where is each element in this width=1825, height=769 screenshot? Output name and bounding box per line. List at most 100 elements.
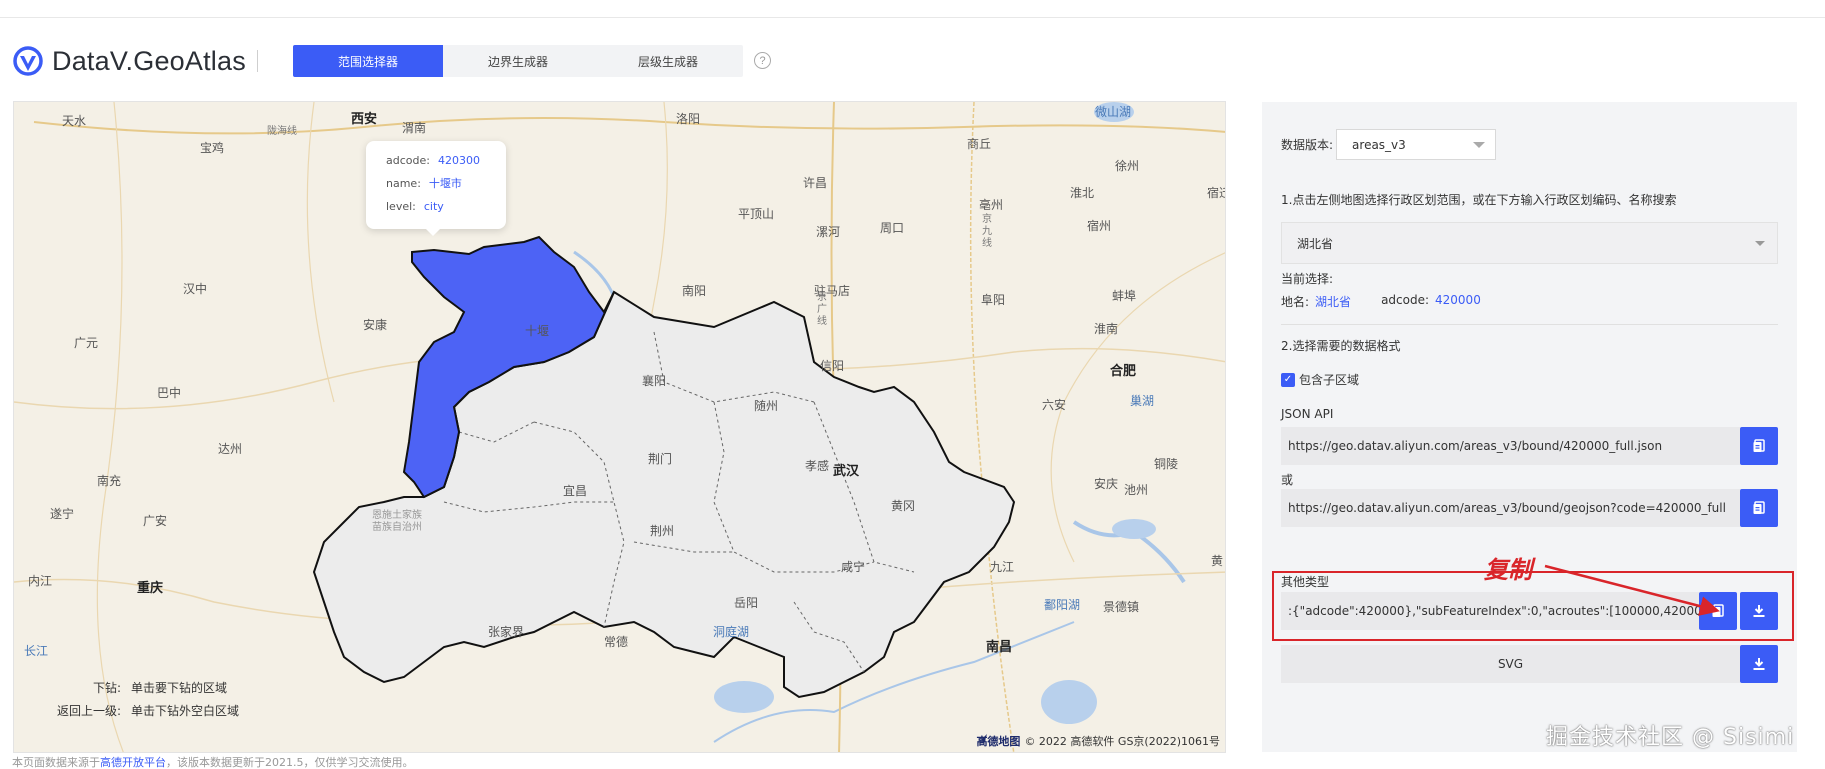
map-label: 渭南 (401, 121, 427, 135)
map-label: 巴中 (156, 386, 182, 400)
geojson-url[interactable]: https://geo.datav.aliyun.com/areas_v3/bo… (1281, 489, 1740, 527)
place-value: 湖北省 (1315, 295, 1352, 309)
chevron-down-icon (1473, 141, 1486, 148)
map-label: 黄 (1210, 554, 1224, 568)
copy-annotation: 复制 (1484, 556, 1532, 584)
region-select[interactable]: 湖北省 (1281, 222, 1778, 264)
map-label: 微山湖 (1094, 105, 1132, 119)
map-label: 恩施土家族苗族自治州 (372, 510, 422, 533)
watermark: 掘金技术社区 @ Sisimi (1546, 725, 1795, 750)
map-label: 荆门 (647, 452, 673, 466)
map-label: 孝感 (804, 459, 830, 473)
map-label: 宝鸡 (199, 141, 225, 155)
hubei-province (312, 290, 1016, 699)
map-label: 南昌 (985, 640, 1013, 655)
map-label: 景德镇 (1102, 600, 1140, 614)
version-row: 数据版本: areas_v3 (1281, 129, 1497, 160)
tab-range-selector[interactable]: 范围选择器 (293, 45, 443, 77)
map-label: 咸宁 (840, 560, 866, 574)
map-label: 洛阳 (675, 112, 701, 126)
dongting-lake (714, 681, 774, 713)
map-label: 遂宁 (49, 507, 75, 521)
amap-logo-icon (977, 734, 988, 744)
data-source-note: 本页面数据来源于高德开放平台，该版本数据更新于2021.5，仅供学习交流使用。 (12, 754, 414, 769)
chaohu-lake (1112, 519, 1156, 539)
include-subregion-row[interactable]: ✓ 包含子区域 (1281, 371, 1359, 388)
map-label: 铜陵 (1153, 457, 1179, 471)
map-label: 鄱阳湖 (1043, 598, 1081, 612)
hint-drill-value: 单击要下钻的区域 (131, 681, 228, 695)
include-subregion-checkbox[interactable]: ✓ (1281, 372, 1295, 387)
help-icon[interactable]: ? (754, 52, 771, 69)
map-label: 安康 (362, 318, 388, 332)
amap-open-platform-link[interactable]: 高德开放平台 (100, 756, 166, 769)
download-svg-button[interactable] (1740, 645, 1778, 683)
map-label: 京广线 (817, 292, 827, 327)
tab-boundary-generator[interactable]: 边界生成器 (443, 45, 593, 77)
map-label: 重庆 (136, 581, 164, 596)
map-label: 宿州 (1086, 219, 1112, 233)
header-separator (256, 50, 258, 72)
copy-geojson-button[interactable] (1740, 489, 1778, 527)
map-label: 许昌 (802, 176, 828, 190)
map-label: 平顶山 (737, 207, 775, 221)
map-label: 京九线 (982, 214, 992, 249)
map-label: 南充 (96, 474, 122, 488)
map-label: 十堰 (524, 324, 550, 338)
footnote-suffix: ，该版本数据更新于2021.5，仅供学习交流使用。 (166, 756, 414, 769)
map-label: 武汉 (832, 464, 860, 479)
current-selection-label: 当前选择: (1281, 272, 1334, 286)
adcode-key: adcode: (1381, 293, 1430, 307)
tooltip-level: city (423, 200, 444, 213)
map-label: 南阳 (681, 284, 707, 298)
app-title: DataV.GeoAtlas (52, 45, 246, 76)
copy-json-api-button[interactable] (1740, 427, 1778, 465)
copy-icon (1753, 439, 1765, 452)
download-other-button[interactable] (1740, 592, 1778, 630)
map-label: 九江 (989, 560, 1015, 574)
map-label: 信阳 (819, 359, 845, 373)
map-label: 徐州 (1114, 159, 1140, 173)
map-label: 天水 (61, 114, 87, 128)
svg-option[interactable]: SVG (1281, 645, 1740, 683)
chevron-down-icon (1755, 240, 1765, 246)
map-label: 随州 (753, 399, 779, 413)
tooltip-name-key: name: (386, 177, 421, 190)
other-type-label: 其他类型 (1281, 575, 1330, 589)
annotation-arrow (1544, 564, 1720, 616)
map-label: 岳阳 (733, 596, 759, 610)
map-copyright: 高德地图 © 2022 高德软件 GS京(2022)1061号 (976, 733, 1220, 749)
hint-drill-key: 下钻: (92, 681, 121, 695)
footnote-prefix: 本页面数据来源于 (12, 756, 100, 769)
map-label: 陇海线 (267, 126, 297, 137)
map-label: 宜昌 (562, 484, 588, 498)
map-label: 合肥 (1109, 364, 1137, 379)
map-label: 荆州 (649, 524, 675, 538)
map-label: 广安 (142, 514, 168, 528)
map-label: 池州 (1123, 483, 1149, 497)
control-panel: 数据版本: areas_v3 1.点击左侧地图选择行政区划范围，或在下方输入行政… (1262, 102, 1797, 752)
map-label: 周口 (879, 221, 905, 235)
region-tooltip: adcode: 420300 name: 十堰市 level: city (366, 141, 506, 236)
map-label: 长江 (23, 644, 49, 658)
app-header: DataV.GeoAtlas (12, 44, 258, 78)
adcode-value: 420000 (1435, 293, 1481, 307)
map-label: 常德 (603, 635, 629, 649)
tab-level-generator[interactable]: 层级生成器 (593, 45, 743, 77)
tooltip-adcode-key: adcode: (386, 154, 430, 167)
map-canvas[interactable]: 天水 西安 渭南 洛阳 商丘 徐州 宝鸡 许昌 淮北 宿迁 平顶山 漯河 周口 … (13, 101, 1226, 753)
version-select[interactable]: areas_v3 (1336, 129, 1497, 160)
place-key: 地名: (1281, 295, 1310, 309)
poyang-lake (1041, 680, 1097, 724)
json-api-label: JSON API (1281, 407, 1334, 421)
map-label: 安庆 (1093, 477, 1119, 491)
map-label: 淮南 (1093, 322, 1119, 336)
tooltip-name: 十堰市 (428, 177, 462, 190)
map-label: 巢湖 (1129, 394, 1155, 408)
json-api-url[interactable]: https://geo.datav.aliyun.com/areas_v3/bo… (1281, 427, 1740, 465)
step1-instruction: 1.点击左侧地图选择行政区划范围，或在下方输入行政区划编码、名称搜索 (1281, 193, 1677, 207)
map-label: 张家界 (487, 625, 525, 639)
map-label: 宿迁 (1206, 186, 1225, 200)
version-value: areas_v3 (1352, 137, 1406, 152)
step2-instruction: 2.选择需要的数据格式 (1281, 339, 1401, 353)
